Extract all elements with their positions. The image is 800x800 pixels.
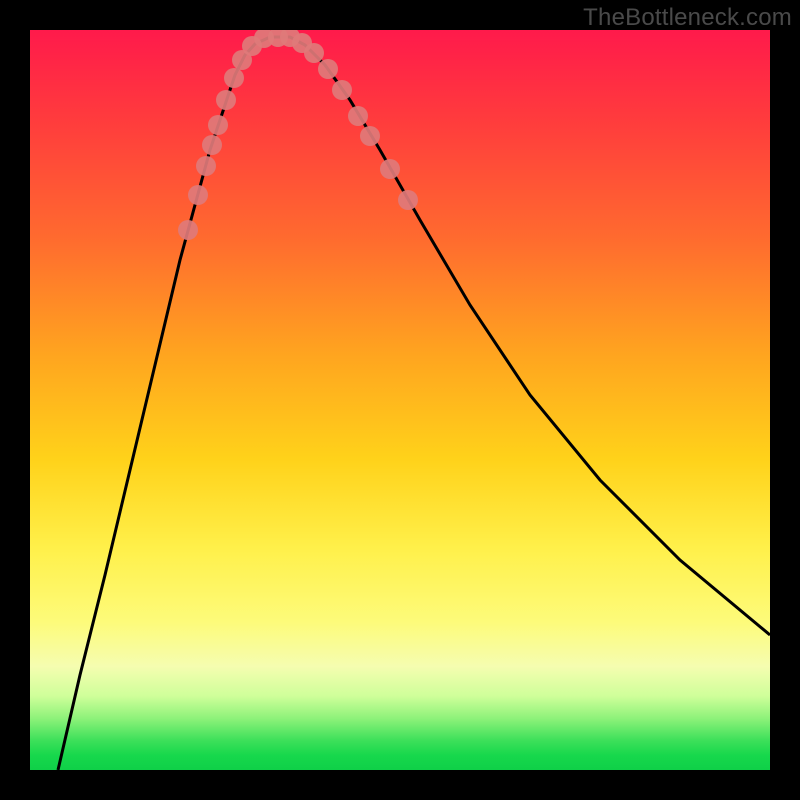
data-point (208, 115, 228, 135)
data-point (224, 68, 244, 88)
data-point (380, 159, 400, 179)
data-point (178, 220, 198, 240)
data-point (318, 59, 338, 79)
data-point (196, 156, 216, 176)
chart-svg (30, 30, 770, 770)
data-point (360, 126, 380, 146)
watermark-text: TheBottleneck.com (583, 4, 792, 32)
data-point (304, 43, 324, 63)
data-point (348, 106, 368, 126)
bottleneck-curve (58, 37, 770, 770)
data-point (188, 185, 208, 205)
data-point (332, 80, 352, 100)
data-point (398, 190, 418, 210)
chart-frame (30, 30, 770, 770)
data-point (202, 135, 222, 155)
data-point (216, 90, 236, 110)
